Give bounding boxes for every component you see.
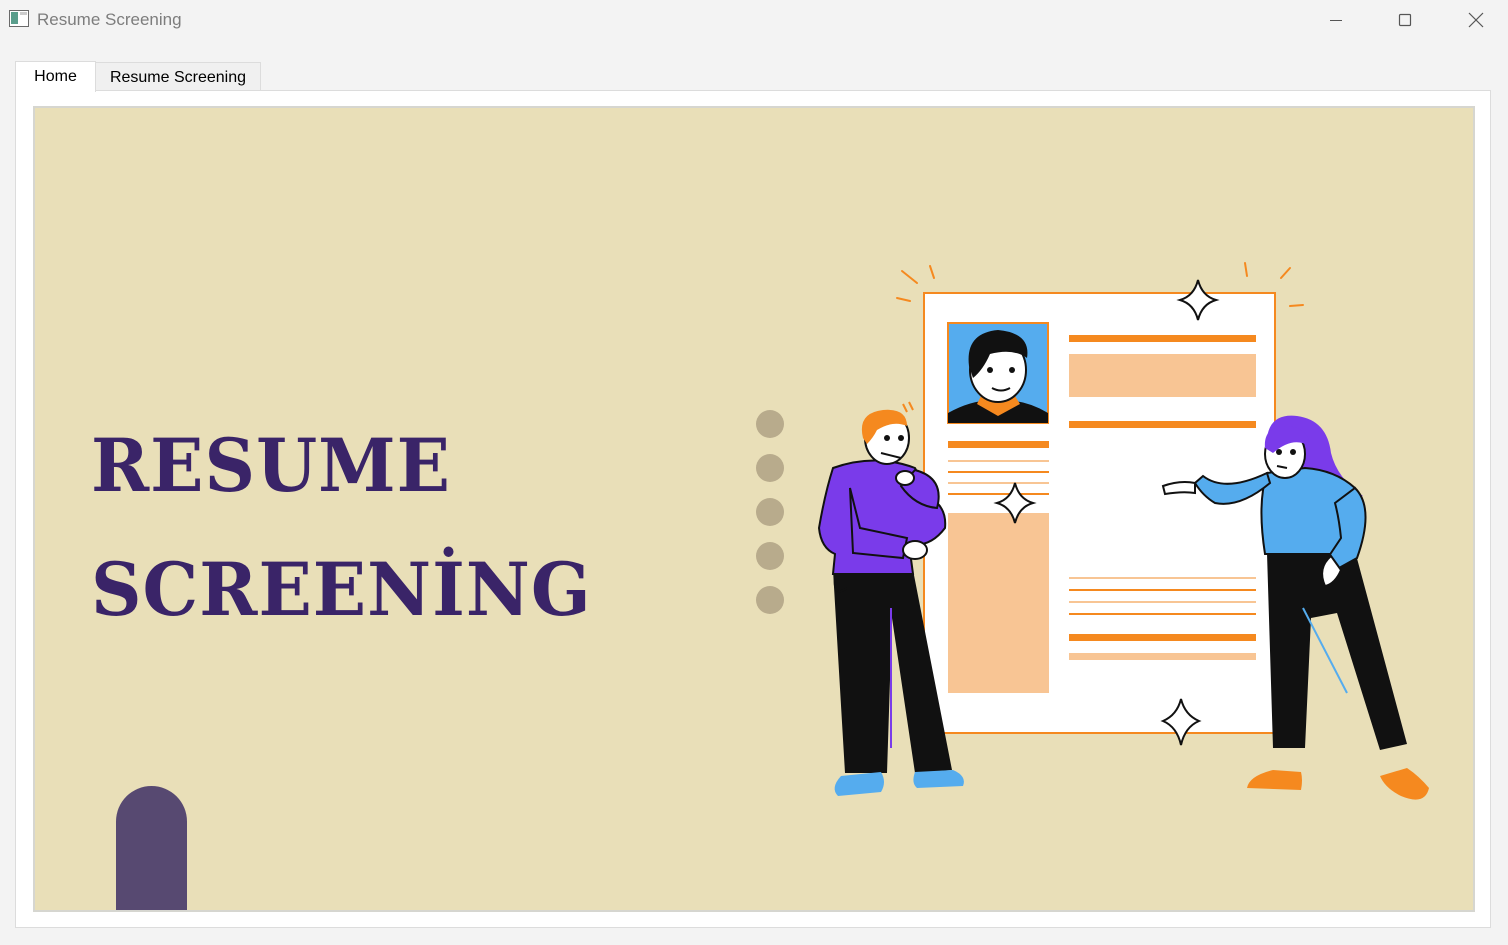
minimize-icon (1330, 20, 1342, 21)
decorative-dots (756, 410, 784, 614)
minimize-button[interactable] (1306, 0, 1366, 40)
maximize-icon (1398, 13, 1412, 27)
window-title: Resume Screening (37, 10, 182, 29)
tab-home[interactable]: Home (15, 61, 96, 92)
resume-screening-illustration (756, 262, 1429, 800)
title-bar[interactable]: Resume Screening (0, 0, 1508, 40)
resume-document (923, 292, 1276, 734)
home-tab-pane: RESUME SCREENİNG (15, 90, 1491, 928)
close-icon (1468, 12, 1484, 28)
maximize-button[interactable] (1375, 0, 1435, 40)
app-window-icon (9, 10, 29, 27)
home-banner: RESUME SCREENİNG (33, 106, 1475, 912)
close-button[interactable] (1446, 0, 1506, 40)
tab-resume-screening[interactable]: Resume Screening (96, 62, 261, 91)
app-window: Resume Screening Home Resume Screening R… (0, 0, 1508, 945)
